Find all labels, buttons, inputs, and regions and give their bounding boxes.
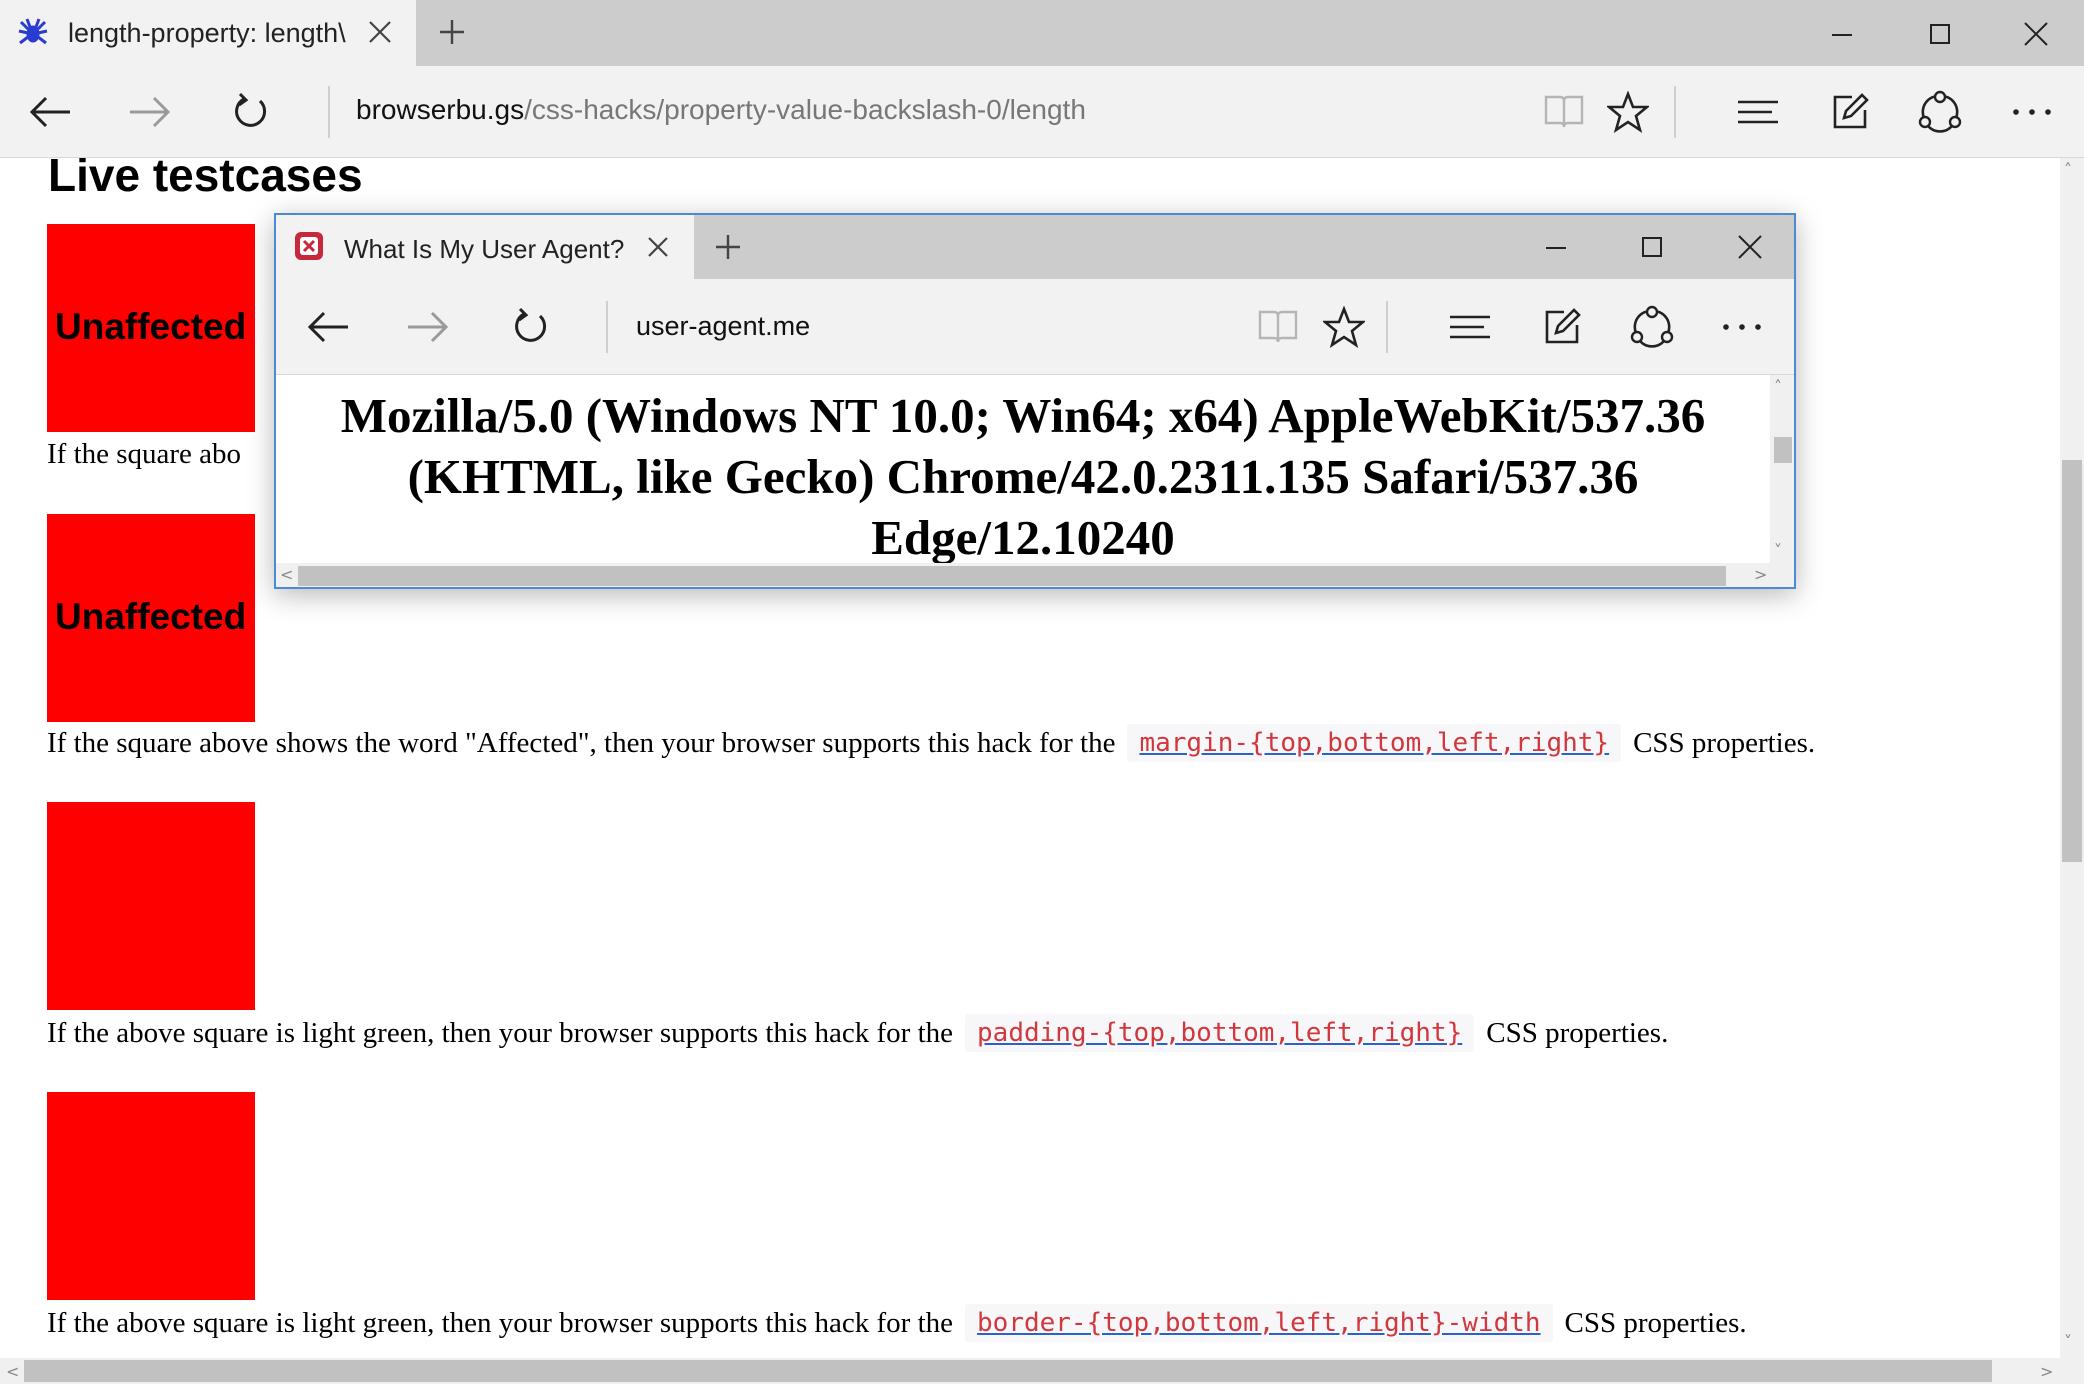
popup-hub-icon[interactable]	[1442, 279, 1498, 374]
popup-address-bar[interactable]: user-agent.me	[636, 311, 810, 342]
popup-page-content: Mozilla/5.0 (Windows NT 10.0; Win64; x64…	[276, 375, 1770, 563]
main-reading-view-icon[interactable]	[1536, 66, 1592, 157]
testcase-description-1: If the square abo	[47, 438, 241, 471]
spider-icon	[16, 16, 50, 50]
popup-minimize-icon[interactable]	[1534, 225, 1578, 269]
popup-tab-title: What Is My User Agent?	[344, 234, 625, 264]
testcase-description-3-text: If the above square is light green, then…	[47, 1016, 954, 1049]
testcase-square-1-label: Unaffected	[55, 306, 247, 347]
popup-toolbar: user-agent.me	[276, 279, 1794, 375]
main-tab-bar: length-property: length\	[0, 0, 2084, 66]
main-scroll-down-icon[interactable]: ˅	[2064, 1332, 2072, 1351]
main-scroll-up-icon[interactable]: ˄	[2064, 160, 2072, 179]
testcase-description-4-suffix: CSS properties.	[1564, 1306, 1747, 1339]
main-share-icon[interactable]	[1912, 66, 1968, 157]
main-url-domain: browserbu.gs	[356, 94, 525, 125]
popup-address-separator	[606, 301, 608, 353]
testcase-square-3	[47, 802, 255, 1010]
popup-tab-bar: What Is My User Agent?	[276, 215, 1794, 279]
main-toolbar: browserbu.gs/css-hacks/property-value-ba…	[0, 66, 2084, 158]
popup-tab[interactable]: What Is My User Agent?	[276, 215, 694, 279]
testcase-square-4	[47, 1092, 255, 1300]
testcase-description-4-text: If the above square is light green, then…	[47, 1306, 954, 1339]
popup-scroll-left-icon[interactable]: <	[280, 565, 293, 584]
main-new-tab-icon[interactable]	[432, 12, 472, 52]
main-forward-icon[interactable]	[122, 66, 178, 157]
popup-share-icon[interactable]	[1624, 279, 1680, 374]
user-agent-icon	[292, 229, 326, 263]
popup-more-icon[interactable]	[1714, 279, 1770, 374]
popup-browser-window[interactable]: What Is My User Agent? user-agent.me Moz…	[274, 213, 1796, 589]
popup-favorite-star-icon[interactable]	[1316, 279, 1372, 374]
main-minimize-icon[interactable]	[1820, 12, 1864, 56]
popup-new-tab-icon[interactable]	[708, 227, 748, 267]
main-web-note-icon[interactable]	[1822, 66, 1878, 157]
main-url-path: /css-hacks/property-value-backslash-0/le…	[524, 94, 1086, 125]
testcase-description-4: If the above square is light green, then…	[47, 1304, 1747, 1342]
popup-scroll-down-icon[interactable]: ˅	[1774, 541, 1782, 560]
testcase-property-link-4[interactable]: border-{top,bottom,left,right}-width	[965, 1304, 1553, 1342]
popup-vertical-scrollbar[interactable]	[1770, 375, 1794, 563]
main-tab-close-icon[interactable]	[360, 12, 400, 52]
testcase-property-link-3[interactable]: padding-{top,bottom,left,right}	[965, 1014, 1475, 1052]
popup-toolbar-separator	[1386, 301, 1388, 353]
popup-scroll-up-icon[interactable]: ˄	[1774, 377, 1782, 396]
main-toolbar-separator	[1674, 86, 1676, 138]
testcase-property-link-2[interactable]: margin-{top,bottom,left,right}	[1127, 724, 1622, 762]
main-hub-icon[interactable]	[1730, 66, 1786, 157]
main-tab[interactable]: length-property: length\	[0, 0, 416, 66]
main-scroll-left-icon[interactable]: <	[6, 1362, 19, 1381]
testcase-square-1: Unaffected	[47, 224, 255, 432]
testcase-description-2: If the square above shows the word "Affe…	[47, 724, 1815, 762]
main-more-icon[interactable]	[2004, 66, 2060, 157]
testcase-square-2: Unaffected	[47, 514, 255, 722]
main-vertical-scroll-thumb[interactable]	[2062, 460, 2082, 862]
user-agent-string: Mozilla/5.0 (Windows NT 10.0; Win64; x64…	[340, 388, 1706, 563]
popup-vertical-scroll-thumb[interactable]	[1774, 437, 1792, 463]
testcase-description-2-suffix: CSS properties.	[1633, 726, 1816, 759]
popup-web-note-icon[interactable]	[1534, 279, 1590, 374]
page-heading: Live testcases	[48, 158, 363, 201]
main-tab-title: length-property: length\	[68, 18, 346, 48]
main-refresh-icon[interactable]	[222, 66, 278, 157]
main-favorite-star-icon[interactable]	[1600, 66, 1656, 157]
testcase-description-2-text: If the square above shows the word "Affe…	[47, 726, 1116, 759]
popup-horizontal-scroll-thumb[interactable]	[298, 566, 1726, 586]
testcase-description-3: If the above square is light green, then…	[47, 1014, 1668, 1052]
popup-maximize-icon[interactable]	[1630, 225, 1674, 269]
popup-close-icon[interactable]	[1728, 225, 1772, 269]
testcase-description-3-suffix: CSS properties.	[1486, 1016, 1669, 1049]
testcase-description-1-text: If the square abo	[47, 438, 242, 470]
popup-back-icon[interactable]	[300, 279, 356, 374]
main-address-separator	[328, 86, 330, 138]
popup-reading-view-icon[interactable]	[1250, 279, 1306, 374]
testcase-square-2-label: Unaffected	[55, 596, 247, 637]
popup-tab-close-icon[interactable]	[638, 227, 678, 267]
main-address-bar[interactable]: browserbu.gs/css-hacks/property-value-ba…	[356, 94, 1086, 126]
popup-forward-icon[interactable]	[400, 279, 456, 374]
main-close-icon[interactable]	[2014, 12, 2058, 56]
main-back-icon[interactable]	[22, 66, 78, 157]
popup-refresh-icon[interactable]	[502, 279, 558, 374]
main-maximize-icon[interactable]	[1918, 12, 1962, 56]
main-scroll-right-icon[interactable]: >	[2040, 1362, 2053, 1381]
popup-scroll-right-icon[interactable]: >	[1754, 565, 1767, 584]
main-horizontal-scroll-thumb[interactable]	[24, 1360, 1992, 1382]
